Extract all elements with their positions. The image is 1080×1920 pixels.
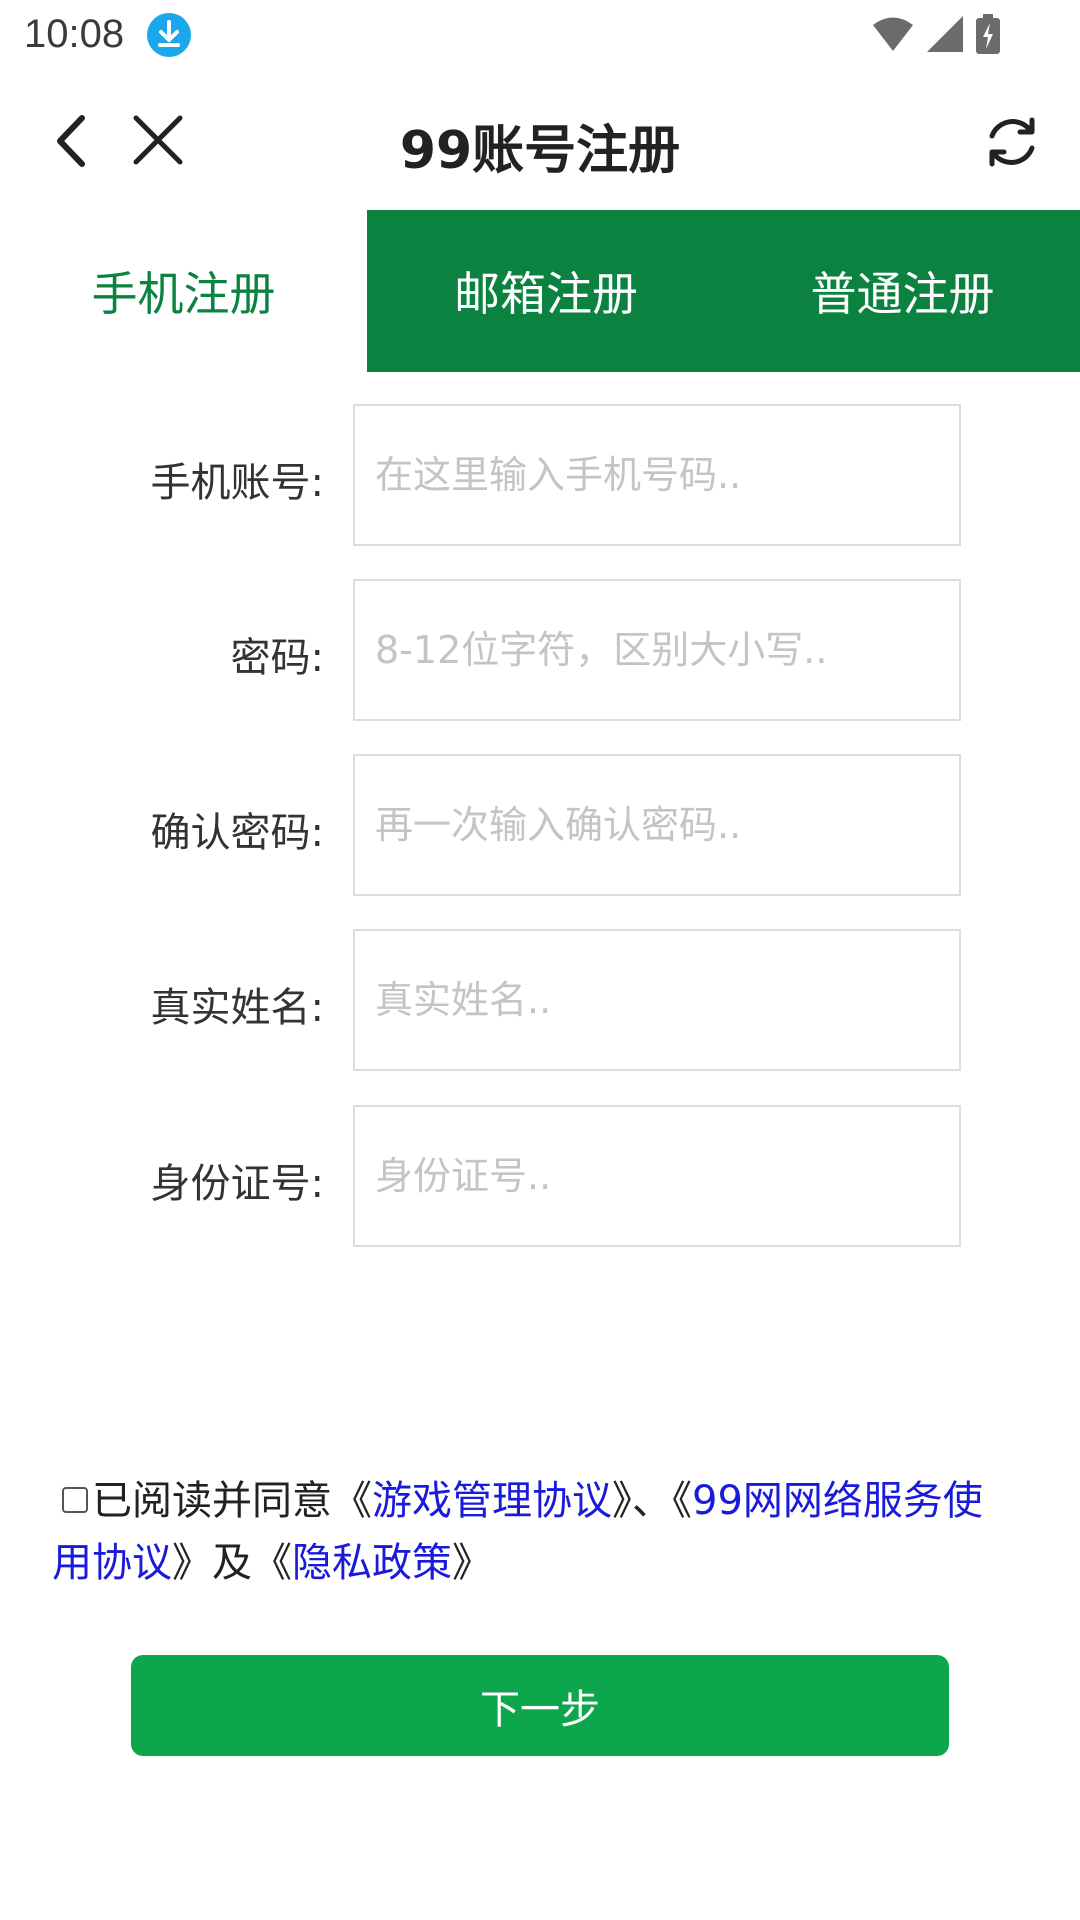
id-number-label: 身份证号: [150, 1161, 324, 1207]
download-icon [146, 12, 192, 58]
battery-charging-icon [976, 14, 1000, 58]
registration-tabs: 手机注册 邮箱注册 普通注册 [0, 210, 1080, 372]
agreement-text: 已阅读并同意《游戏管理协议》、《99网网络服务使用协议》及《隐私政策》 [52, 1470, 1012, 1594]
agreement-prefix: 已阅读并同意《 [92, 1478, 372, 1524]
real-name-input[interactable] [353, 929, 961, 1071]
form-row-real-name: 真实姓名: [0, 929, 1080, 1073]
password-label: 密码: [230, 635, 324, 681]
form-row-phone: 手机账号: [0, 404, 1080, 548]
signal-icon [926, 15, 964, 57]
agreement-checkbox[interactable] [62, 1487, 88, 1513]
form-row-confirm-password: 确认密码: [0, 754, 1080, 898]
privacy-policy-link[interactable]: 隐私政策 [292, 1540, 452, 1586]
status-icons [872, 14, 1000, 58]
page-title: 99账号注册 [399, 121, 681, 181]
status-time: 10:08 [24, 12, 125, 56]
tab-normal-register[interactable]: 普通注册 [725, 210, 1080, 372]
agreement-suffix: 》 [452, 1540, 492, 1586]
nav-bar: 99账号注册 [0, 72, 1080, 212]
confirm-password-label: 确认密码: [150, 810, 324, 856]
game-management-agreement-link[interactable]: 游戏管理协议 [372, 1478, 612, 1524]
confirm-password-input[interactable] [353, 754, 961, 896]
tab-email-register[interactable]: 邮箱注册 [367, 210, 725, 372]
phone-account-label: 手机账号: [150, 460, 324, 506]
phone-account-input[interactable] [353, 404, 961, 546]
agreement-separator-1: 》、《 [612, 1478, 692, 1524]
next-step-button[interactable]: 下一步 [131, 1655, 949, 1756]
wifi-icon [872, 16, 914, 56]
agreement-separator-2: 》及《 [172, 1540, 292, 1586]
refresh-icon[interactable] [982, 112, 1042, 172]
form-row-id-number: 身份证号: [0, 1105, 1080, 1249]
id-number-input[interactable] [353, 1105, 961, 1247]
real-name-label: 真实姓名: [150, 985, 324, 1031]
password-input[interactable] [353, 579, 961, 721]
form-row-password: 密码: [0, 579, 1080, 723]
status-bar: 10:08 [0, 0, 1080, 72]
tab-phone-register[interactable]: 手机注册 [0, 210, 367, 372]
